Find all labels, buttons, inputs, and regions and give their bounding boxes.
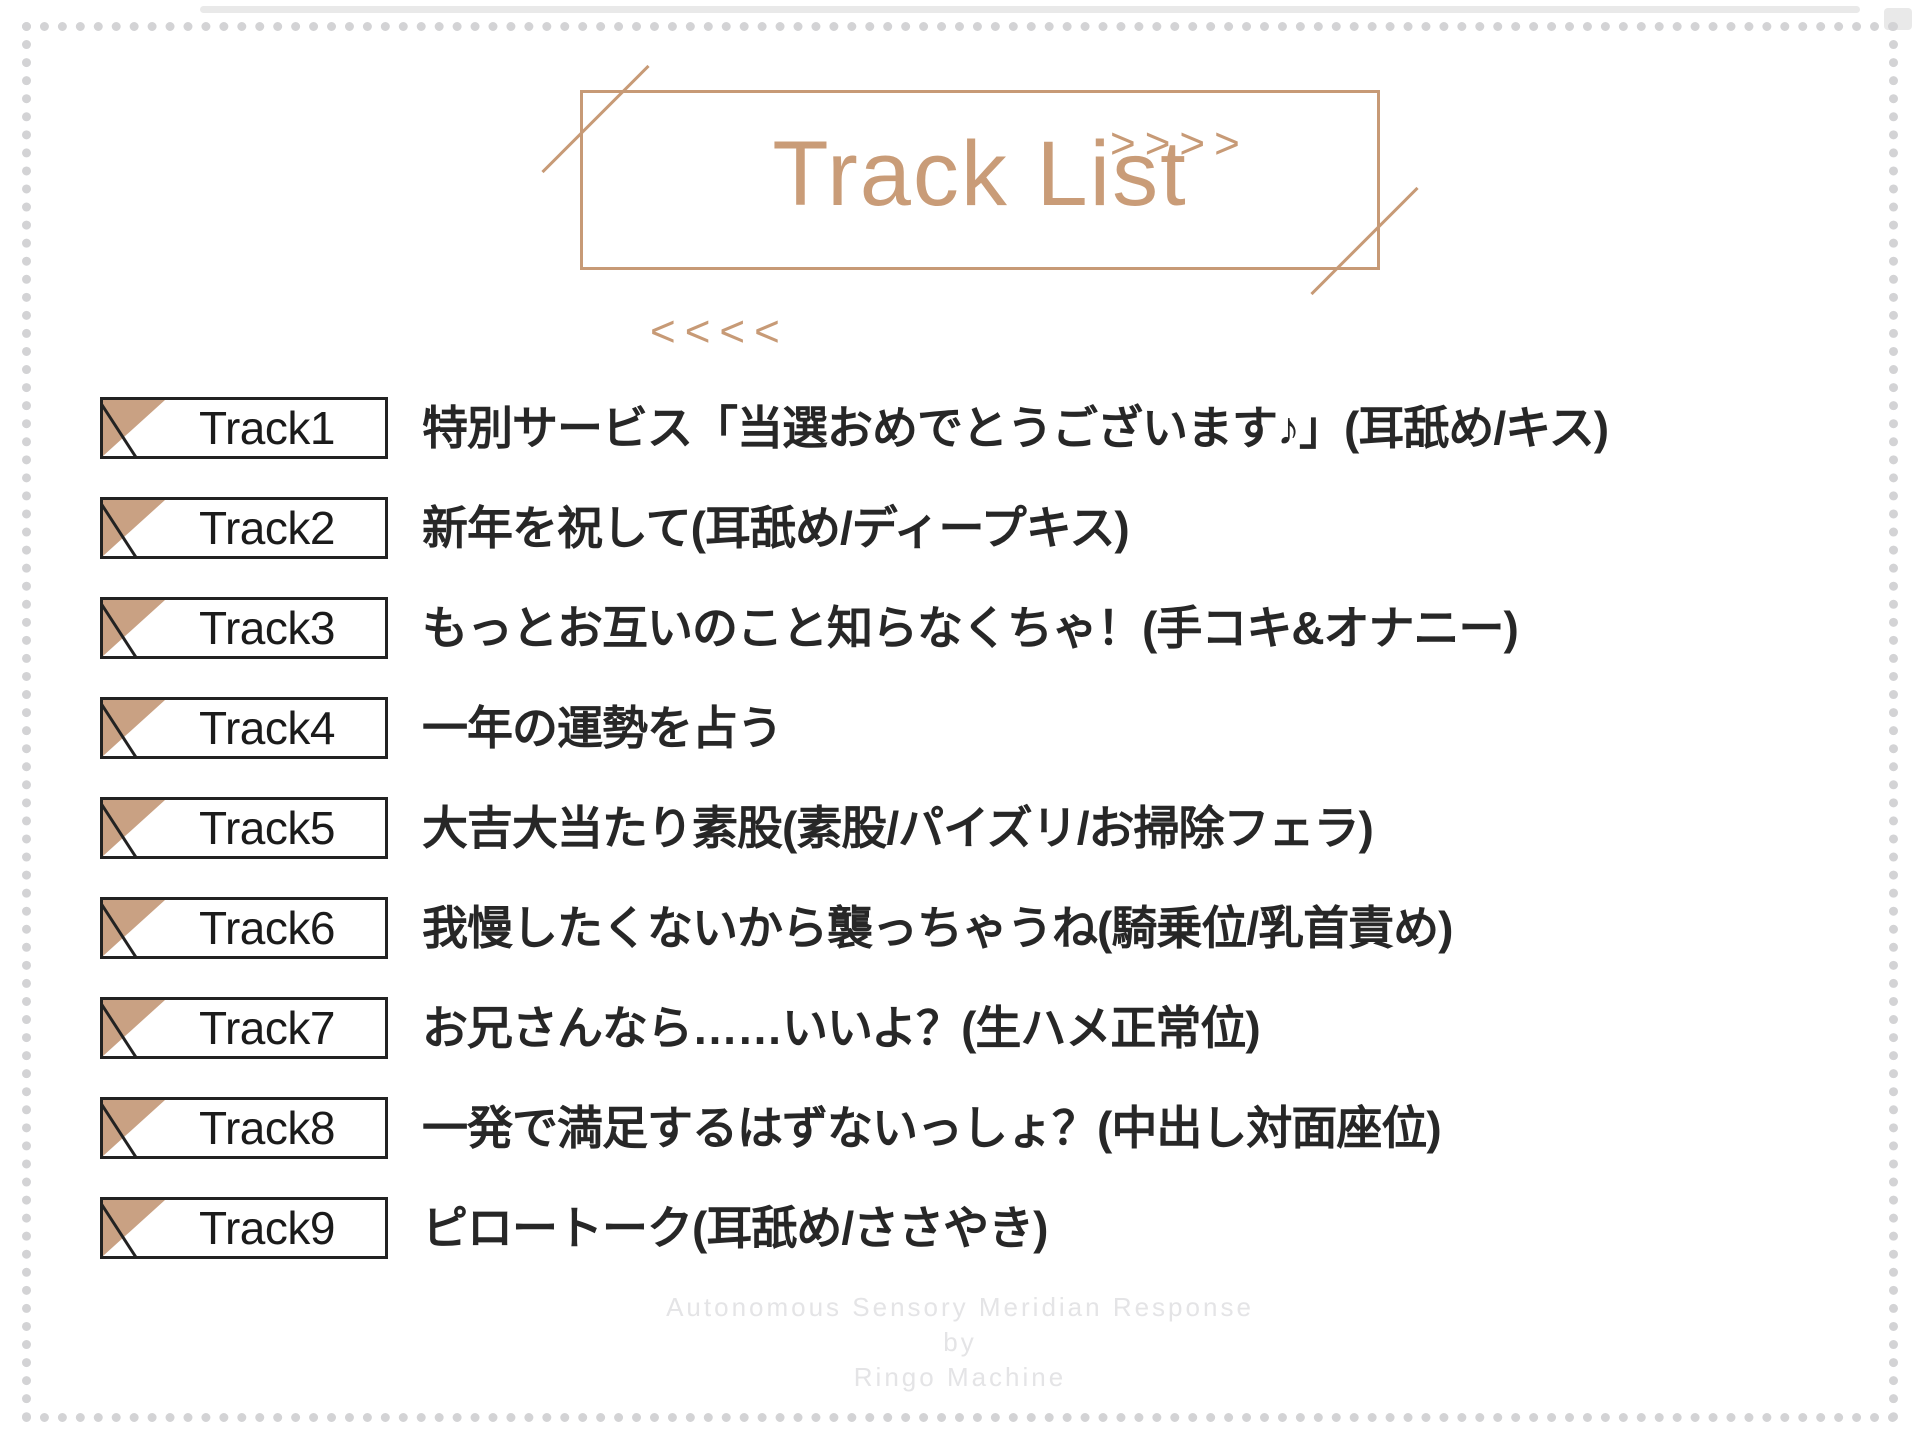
header: Track List >>>> <<<< [0, 60, 1920, 354]
track-number-label: Track3 [199, 602, 335, 654]
footer-line-2: by [943, 1327, 977, 1358]
track-number-badge: Track8 [100, 1097, 388, 1159]
track-list: Track1 特別サービス「当選おめでとうございます♪」(耳舐め/キス) Track… [100, 378, 1860, 1278]
track-row[interactable]: Track6 我慢したくないから襲っちゃうね(騎乗位/乳首責め) [100, 878, 1860, 978]
track-row[interactable]: Track1 特別サービス「当選おめでとうございます♪」(耳舐め/キス) [100, 378, 1860, 478]
track-number-badge: Track9 [100, 1197, 388, 1259]
track-number-badge: Track2 [100, 497, 388, 559]
track-title: もっとお互いのこと知らなくちゃ！(手コキ&オナニー) [422, 602, 1519, 654]
header-decorative-frame: Track List [541, 64, 1419, 296]
track-number-badge: Track7 [100, 997, 388, 1059]
track-row[interactable]: Track2 新年を祝して(耳舐め/ディープキス) [100, 478, 1860, 578]
footer-watermark: Autonomous Sensory Meridian Response by … [0, 1290, 1920, 1395]
track-number-label: Track9 [199, 1202, 335, 1254]
track-title: 我慢したくないから襲っちゃうね(騎乗位/乳首責め) [422, 902, 1453, 954]
track-row[interactable]: Track9 ピロートーク(耳舐め/ささやき) [100, 1178, 1860, 1278]
chevrons-left-icon: <<<< [650, 307, 789, 356]
page-title: Track List [772, 123, 1188, 225]
track-list-page: Track List >>>> <<<< Track1 特別サービス「当選おめでと… [0, 0, 1920, 1440]
track-row[interactable]: Track8 一発で満足するはずないっしょ？(中出し対面座位) [100, 1078, 1860, 1178]
track-number-badge: Track5 [100, 797, 388, 859]
track-number-label: Track7 [199, 1002, 335, 1054]
footer-line-1: Autonomous Sensory Meridian Response [666, 1292, 1254, 1322]
track-number-badge: Track1 [100, 397, 388, 459]
track-title: 特別サービス「当選おめでとうございます♪」(耳舐め/キス) [422, 402, 1609, 454]
footer-line-3: Ringo Machine [853, 1362, 1067, 1393]
chevrons-right-icon: >>>> [1110, 119, 1249, 168]
track-title: 大吉大当たり素股(素股/パイズリ/お掃除フェラ) [422, 802, 1374, 854]
track-number-badge: Track3 [100, 597, 388, 659]
track-row[interactable]: Track5 大吉大当たり素股(素股/パイズリ/お掃除フェラ) [100, 778, 1860, 878]
track-row[interactable]: Track4 一年の運勢を占う [100, 678, 1860, 778]
track-number-badge: Track6 [100, 897, 388, 959]
track-title: 新年を祝して(耳舐め/ディープキス) [422, 502, 1130, 554]
track-number-label: Track4 [199, 702, 335, 754]
track-title: お兄さんなら……いいよ？(生ハメ正常位) [422, 1002, 1261, 1054]
track-title: ピロートーク(耳舐め/ささやき) [422, 1202, 1048, 1254]
track-number-label: Track5 [199, 802, 335, 854]
track-row[interactable]: Track3 もっとお互いのこと知らなくちゃ！(手コキ&オナニー) [100, 578, 1860, 678]
track-row[interactable]: Track7 お兄さんなら……いいよ？(生ハメ正常位) [100, 978, 1860, 1078]
track-number-label: Track1 [199, 402, 335, 454]
track-number-badge: Track4 [100, 697, 388, 759]
track-number-label: Track2 [199, 502, 335, 554]
track-number-label: Track6 [199, 902, 335, 954]
track-number-label: Track8 [199, 1102, 335, 1154]
track-title: 一年の運勢を占う [422, 702, 783, 754]
track-title: 一発で満足するはずないっしょ？(中出し対面座位) [422, 1102, 1442, 1154]
header-rule-bottom [580, 267, 1380, 270]
header-rule-top [580, 90, 1380, 93]
panel-edge-top [200, 6, 1860, 13]
